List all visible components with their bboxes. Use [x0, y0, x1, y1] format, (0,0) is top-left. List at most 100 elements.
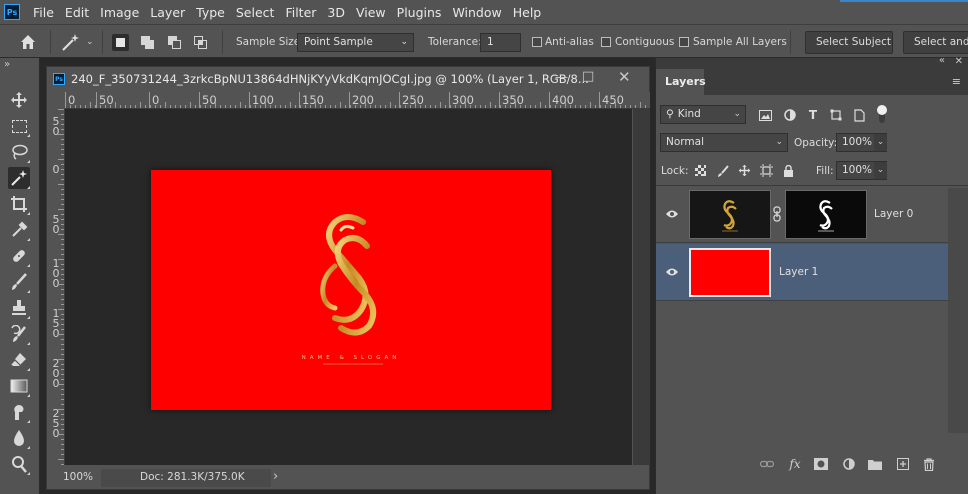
- new-selection-icon[interactable]: [112, 34, 129, 51]
- close-icon[interactable]: ✕: [618, 68, 631, 86]
- collapse-toolbar-icon[interactable]: »: [4, 59, 10, 70]
- menu-filter[interactable]: Filter: [285, 5, 316, 20]
- ruler-minor-tick: [195, 105, 196, 108]
- smudge-tool-icon[interactable]: [8, 401, 30, 423]
- filter-adjustment-layers-icon[interactable]: [783, 108, 797, 122]
- new-group-folder-icon[interactable]: [867, 456, 883, 472]
- collapse-panels-icon[interactable]: «: [939, 55, 945, 66]
- opacity-input[interactable]: 100% ⌄: [836, 133, 887, 152]
- zoom-tool-icon[interactable]: [8, 453, 30, 475]
- menu-help[interactable]: Help: [513, 5, 542, 20]
- ruler-minor-tick: [61, 374, 64, 375]
- select-subject-button[interactable]: Select Subject: [805, 31, 893, 54]
- sample-size-select[interactable]: Point Sample ⌄: [297, 33, 414, 52]
- ruler-minor-tick: [580, 105, 581, 108]
- ruler-minor-tick: [480, 105, 481, 108]
- panel-menu-icon[interactable]: ≡: [952, 75, 961, 88]
- menu-plugins[interactable]: Plugins: [397, 5, 442, 20]
- ruler-minor-tick: [58, 434, 64, 435]
- layer-row-layer-1[interactable]: Layer 1: [656, 244, 948, 301]
- link-chain-icon[interactable]: [773, 206, 781, 225]
- anti-alias-checkbox[interactable]: [532, 37, 542, 47]
- menu-window[interactable]: Window: [452, 5, 501, 20]
- blend-mode-select[interactable]: Normal ⌄: [660, 133, 788, 152]
- document-titlebar[interactable]: Ps 240_F_350731244_3zrkcBpNU13864dHNjKYy…: [47, 67, 649, 90]
- eyedropper-tool-icon[interactable]: [8, 219, 30, 241]
- lock-image-pixels-icon[interactable]: [716, 164, 729, 177]
- filter-smart-objects-icon[interactable]: [852, 108, 866, 122]
- layer-0-thumbnail[interactable]: [689, 190, 771, 239]
- layer-style-fx-icon[interactable]: fx: [787, 456, 803, 472]
- brush-tool-icon[interactable]: [8, 271, 30, 293]
- close-panel-icon[interactable]: ✕: [955, 56, 963, 67]
- menu-3d[interactable]: 3D: [327, 5, 345, 20]
- layers-scrollbar[interactable]: [948, 188, 968, 433]
- clone-stamp-tool-icon[interactable]: [8, 297, 30, 319]
- trash-icon[interactable]: [921, 456, 937, 472]
- contiguous-checkbox[interactable]: [601, 37, 611, 47]
- layers-tab[interactable]: Layers: [656, 69, 706, 95]
- tolerance-input[interactable]: 1: [480, 33, 521, 52]
- menu-file[interactable]: File: [33, 5, 54, 20]
- move-tool-icon[interactable]: [8, 89, 30, 111]
- new-layer-icon[interactable]: [895, 456, 911, 472]
- filter-toggle-switch[interactable]: [877, 105, 887, 125]
- subtract-from-selection-icon[interactable]: [166, 34, 183, 51]
- healing-brush-tool-icon[interactable]: [8, 245, 30, 267]
- lock-transparent-pixels-icon[interactable]: [694, 164, 707, 177]
- menu-image[interactable]: Image: [100, 5, 139, 20]
- panel-dock-header: « ✕: [656, 55, 968, 69]
- layer-filter-kind-select[interactable]: ⚲ Kind ⌄: [660, 105, 746, 124]
- new-adjustment-layer-icon[interactable]: [841, 456, 857, 472]
- vertical-scrollbar[interactable]: [633, 109, 649, 465]
- add-to-selection-icon[interactable]: [139, 34, 156, 51]
- layer-0-name[interactable]: Layer 0: [874, 208, 913, 220]
- zoom-level[interactable]: 100%: [63, 471, 93, 483]
- menu-type[interactable]: Type: [196, 5, 225, 20]
- ruler-minor-tick: [61, 239, 64, 240]
- magic-wand-tool-icon[interactable]: [8, 167, 30, 189]
- menu-layer[interactable]: Layer: [150, 5, 185, 20]
- ruler-minor-tick: [61, 324, 64, 325]
- layer-0-mask-thumbnail[interactable]: [785, 190, 867, 239]
- filter-shape-layers-icon[interactable]: [829, 108, 843, 122]
- lock-position-icon[interactable]: [738, 164, 751, 177]
- add-mask-icon[interactable]: [813, 456, 829, 472]
- layer-1-name[interactable]: Layer 1: [779, 266, 818, 278]
- lock-artboard-icon[interactable]: [760, 164, 773, 177]
- menu-edit[interactable]: Edit: [65, 5, 89, 20]
- marquee-tool-icon[interactable]: [8, 115, 30, 137]
- crop-tool-icon[interactable]: [8, 193, 30, 215]
- ruler-minor-tick: [450, 105, 451, 108]
- history-brush-tool-icon[interactable]: [8, 323, 30, 345]
- filter-type-layers-icon[interactable]: T: [806, 108, 820, 122]
- eraser-tool-icon[interactable]: [8, 349, 30, 371]
- dodge-tool-icon[interactable]: [8, 427, 30, 449]
- lasso-tool-icon[interactable]: [8, 141, 30, 163]
- visibility-eye-icon[interactable]: [665, 207, 679, 221]
- menu-select[interactable]: Select: [236, 5, 275, 20]
- home-icon[interactable]: [18, 33, 38, 51]
- chevron-right-icon[interactable]: ›: [273, 469, 278, 484]
- select-and-mask-button[interactable]: Select and M: [903, 31, 968, 54]
- filter-pixel-layers-icon[interactable]: [758, 108, 772, 122]
- gradient-tool-icon[interactable]: [8, 375, 30, 397]
- maximize-icon[interactable]: □: [582, 69, 594, 84]
- magic-wand-tool-preset-icon[interactable]: [60, 32, 82, 52]
- intersect-selection-icon[interactable]: [192, 34, 209, 51]
- visibility-eye-icon[interactable]: [665, 265, 679, 279]
- ruler-minor-tick: [385, 105, 386, 108]
- layer-1-thumbnail[interactable]: [689, 248, 771, 297]
- canvas-pasteboard[interactable]: NAME & SLOGAN: [65, 109, 632, 465]
- sample-all-layers-checkbox[interactable]: [679, 37, 689, 47]
- lock-all-icon[interactable]: [782, 164, 795, 177]
- link-layers-icon[interactable]: [759, 456, 775, 472]
- artwork-layer-1[interactable]: NAME & SLOGAN: [151, 170, 551, 410]
- menu-view[interactable]: View: [356, 5, 386, 20]
- document-window: Ps 240_F_350731244_3zrkcBpNU13864dHNjKYy…: [46, 66, 650, 490]
- layer-row-layer-0[interactable]: Layer 0: [656, 186, 948, 243]
- minimize-icon[interactable]: —: [555, 70, 568, 85]
- chevron-down-icon[interactable]: ⌄: [86, 37, 94, 47]
- fill-input[interactable]: 100% ⌄: [836, 161, 887, 180]
- ruler-minor-tick: [430, 105, 431, 108]
